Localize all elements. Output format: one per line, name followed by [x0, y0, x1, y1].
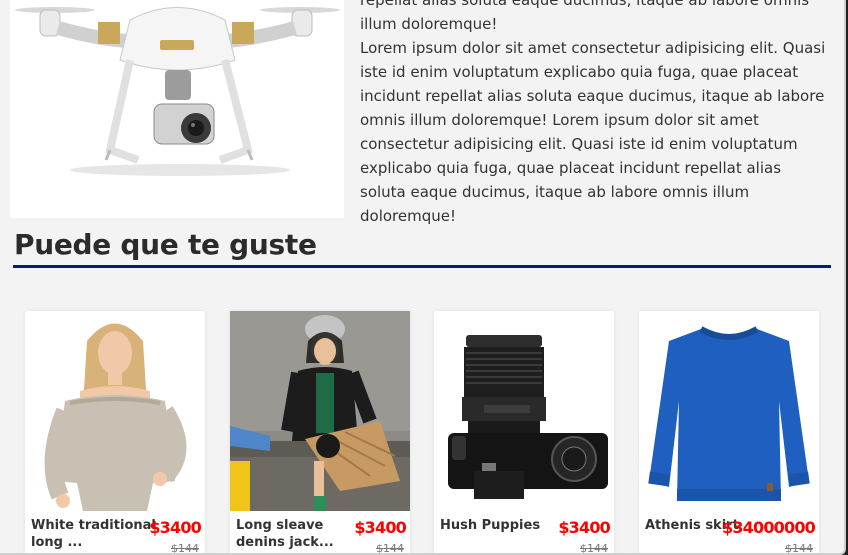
product-card[interactable]: Hush Puppies $3400 $144 — [434, 311, 614, 555]
product-image[interactable] — [434, 311, 614, 511]
product-price: $3400 — [354, 518, 406, 537]
product-card[interactable]: Athenis skirt $34000000 $144 — [639, 311, 819, 555]
drone-image — [15, 7, 340, 176]
product-old-price: $144 — [580, 542, 608, 555]
product-old-price: $144 — [171, 542, 199, 555]
product-image[interactable] — [639, 311, 819, 511]
product-card[interactable]: White traditional long ... $3400 $144 — [25, 311, 205, 555]
description-paragraph: Lorem ipsum dolor sit amet consectetur a… — [360, 39, 826, 225]
description-paragraph: repellat alias soluta eaque ducimus, ita… — [360, 0, 810, 33]
product-old-price: $144 — [376, 542, 404, 555]
product-description: repellat alias soluta eaque ducimus, ita… — [360, 0, 830, 228]
product-price: $34000000 — [722, 518, 816, 537]
product-old-price: $144 — [785, 542, 813, 555]
product-image[interactable] — [230, 311, 410, 511]
product-card[interactable]: Long sleave denins jack... $3400 $144 — [230, 311, 410, 555]
product-main-image[interactable] — [10, 0, 344, 218]
product-image[interactable] — [25, 311, 205, 511]
girl-jacket-image — [230, 311, 410, 511]
camera-image — [434, 311, 614, 511]
title-divider — [13, 265, 831, 268]
product-price: $3400 — [558, 518, 610, 537]
recommendations-title: Puede que te guste — [14, 228, 317, 261]
product-name[interactable]: Long sleave denins jack... — [236, 517, 361, 551]
blue-sweater-image — [639, 311, 819, 511]
product-price: $3400 — [149, 518, 201, 537]
woman-sweater-image — [25, 311, 205, 511]
product-name[interactable]: White traditional long ... — [31, 517, 156, 551]
product-name[interactable]: Hush Puppies — [440, 517, 565, 534]
page: repellat alias soluta eaque ducimus, ita… — [0, 0, 846, 555]
